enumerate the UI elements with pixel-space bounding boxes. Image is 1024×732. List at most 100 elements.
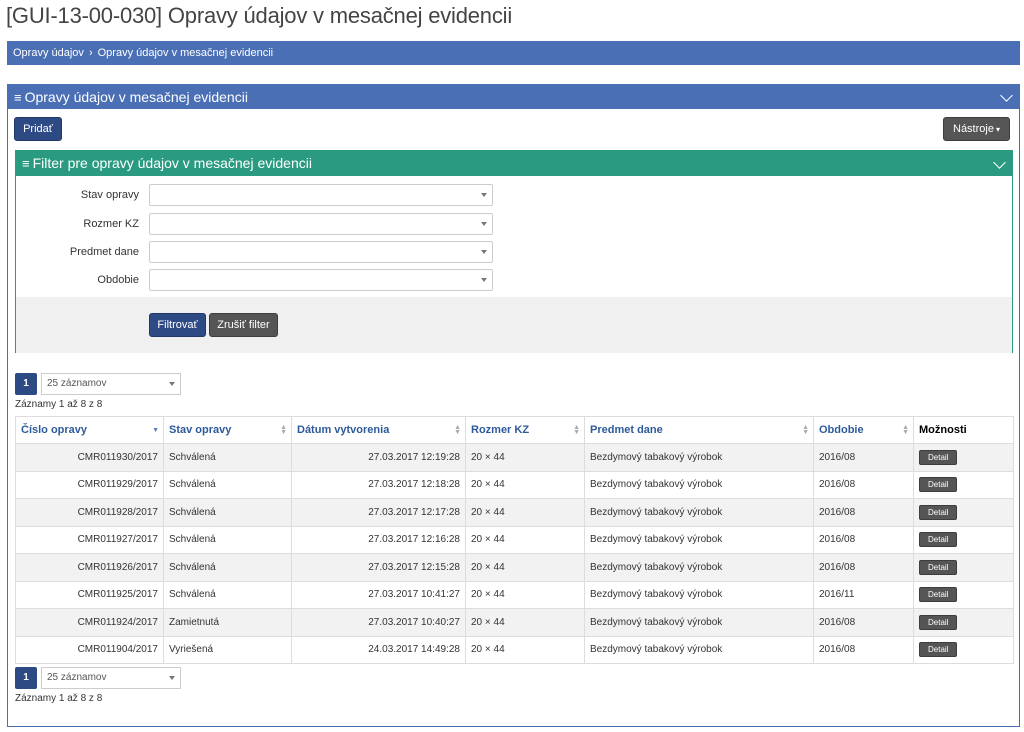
table-header-row: Číslo opravy ▼ Stav opravy ▲ ▼ Dátum vytvor… <box>15 416 1014 444</box>
cell-datum-vytvorenia: 27.03.2017 10:40:27 <box>291 608 466 637</box>
cell-obdobie: 2016/08 <box>813 635 914 664</box>
cell-stav-opravy: Schválená <box>163 498 292 527</box>
detail-button[interactable]: Detail <box>919 559 958 575</box>
breadcrumb-link-opravy[interactable]: Opravy údajov <box>13 47 84 59</box>
cell-predmet-dane: Bezdymový tabakový výrobok <box>584 608 814 637</box>
chevron-down-icon[interactable] <box>1000 89 1013 102</box>
cell-cislo-opravy: CMR011929/2017 <box>15 470 164 499</box>
cell-obdobie: 2016/08 <box>813 608 914 637</box>
main-panel-header[interactable]: ≡ Opravy údajov v mesačnej evidencii <box>8 85 1019 109</box>
cell-stav-opravy: Schválená <box>163 443 292 472</box>
obdobie-label: Obdobie <box>97 274 139 286</box>
detail-button[interactable]: Detail <box>919 449 958 465</box>
cell-cislo-opravy: CMR011924/2017 <box>15 608 164 637</box>
cell-moznosti: Detail <box>913 608 1014 637</box>
dropdown-arrow-icon <box>169 382 175 386</box>
cell-stav-opravy: Vyriešená <box>163 635 292 664</box>
dropdown-arrow-icon <box>481 250 487 254</box>
page-number-button[interactable]: 1 <box>15 373 37 395</box>
col-label: Stav opravy <box>169 424 232 436</box>
cell-stav-opravy: Zamietnutá <box>163 608 292 637</box>
detail-button[interactable]: Detail <box>919 587 958 603</box>
cell-moznosti: Detail <box>913 470 1014 499</box>
filter-clear-button[interactable]: Zrušiť filter <box>209 313 278 337</box>
hamburger-icon: ≡ <box>14 90 22 105</box>
col-header-moznosti: Možnosti <box>913 416 1014 444</box>
table-row: CMR011930/2017 Schválená 27.03.2017 12:1… <box>15 443 1014 472</box>
add-button[interactable]: Pridať <box>14 117 62 141</box>
cell-cislo-opravy: CMR011925/2017 <box>15 580 164 609</box>
col-header-rozmer-kz[interactable]: Rozmer KZ ▲ ▼ <box>465 416 585 444</box>
cell-obdobie: 2016/08 <box>813 470 914 499</box>
col-label: Číslo opravy <box>21 424 88 436</box>
predmet-dane-select[interactable] <box>149 241 493 263</box>
tools-button[interactable]: Nástroje ▾ <box>943 117 1010 141</box>
cell-cislo-opravy: CMR011904/2017 <box>15 635 164 664</box>
detail-button[interactable]: Detail <box>919 477 958 493</box>
col-header-cislo-opravy[interactable]: Číslo opravy ▼ <box>15 416 164 444</box>
dropdown-arrow-icon <box>481 222 487 226</box>
obdobie-select[interactable] <box>149 269 493 291</box>
cell-cislo-opravy: CMR011927/2017 <box>15 525 164 554</box>
cell-predmet-dane: Bezdymový tabakový výrobok <box>584 470 814 499</box>
col-header-datum-vytvorenia[interactable]: Dátum vytvorenia ▲ ▼ <box>291 416 466 444</box>
cell-obdobie: 2016/11 <box>813 580 914 609</box>
filter-row-obdobie: Obdobie <box>16 269 516 291</box>
col-header-obdobie[interactable]: Obdobie ▲ ▼ <box>813 416 914 444</box>
table-row: CMR011924/2017 Zamietnutá 27.03.2017 10:… <box>15 608 1014 637</box>
detail-button[interactable]: Detail <box>919 642 958 658</box>
rozmer-kz-select[interactable] <box>149 213 493 235</box>
cell-cislo-opravy: CMR011930/2017 <box>15 443 164 472</box>
corrections-table: Číslo opravy ▼ Stav opravy ▲ ▼ Dátum vytvor… <box>15 416 1014 664</box>
sort-icon: ▲ ▼ <box>454 424 461 436</box>
col-header-predmet-dane[interactable]: Predmet dane ▲ ▼ <box>584 416 814 444</box>
cell-predmet-dane: Bezdymový tabakový výrobok <box>584 580 814 609</box>
table-row: CMR011927/2017 Schválená 27.03.2017 12:1… <box>15 525 1014 554</box>
filter-panel: ≡ Filter pre opravy údajov v mesačnej evi… <box>15 150 1013 353</box>
cell-rozmer-kz: 20 × 44 <box>465 608 585 637</box>
sort-desc-icon: ▼ <box>152 427 159 434</box>
page-size-select-bottom[interactable]: 25 záznamov <box>41 667 181 689</box>
cell-obdobie: 2016/08 <box>813 498 914 527</box>
cell-stav-opravy: Schválená <box>163 553 292 582</box>
records-info: Záznamy 1 až 8 z 8 <box>15 399 103 410</box>
cell-moznosti: Detail <box>913 443 1014 472</box>
cell-rozmer-kz: 20 × 44 <box>465 498 585 527</box>
page-number-button-bottom[interactable]: 1 <box>15 667 37 689</box>
page-size-select[interactable]: 25 záznamov <box>41 373 181 395</box>
cell-obdobie: 2016/08 <box>813 553 914 582</box>
cell-rozmer-kz: 20 × 44 <box>465 443 585 472</box>
stav-opravy-select[interactable] <box>149 184 493 206</box>
col-header-stav-opravy[interactable]: Stav opravy ▲ ▼ <box>163 416 292 444</box>
detail-button[interactable]: Detail <box>919 532 958 548</box>
sort-icon: ▲ ▼ <box>280 424 287 436</box>
cell-datum-vytvorenia: 27.03.2017 10:41:27 <box>291 580 466 609</box>
table-row: CMR011928/2017 Schválená 27.03.2017 12:1… <box>15 498 1014 527</box>
table-row: CMR011904/2017 Vyriešená 24.03.2017 14:4… <box>15 635 1014 664</box>
cell-cislo-opravy: CMR011928/2017 <box>15 498 164 527</box>
cell-predmet-dane: Bezdymový tabakový výrobok <box>584 525 814 554</box>
cell-moznosti: Detail <box>913 635 1014 664</box>
cell-moznosti: Detail <box>913 580 1014 609</box>
detail-button[interactable]: Detail <box>919 504 958 520</box>
cell-moznosti: Detail <box>913 525 1014 554</box>
filter-row-stav: Stav opravy <box>16 184 516 206</box>
stav-opravy-label: Stav opravy <box>80 189 139 201</box>
breadcrumb: Opravy údajov › Opravy údajov v mesačnej e… <box>7 41 1020 65</box>
dropdown-arrow-icon <box>169 676 175 680</box>
detail-button[interactable]: Detail <box>919 614 958 630</box>
filter-apply-button[interactable]: Filtrovať <box>149 313 206 337</box>
col-label: Dátum vytvorenia <box>297 424 390 436</box>
chevron-down-icon: ▾ <box>995 125 1000 134</box>
dropdown-arrow-icon <box>481 278 487 282</box>
breadcrumb-separator: › <box>88 47 93 59</box>
main-panel: ≡ Opravy údajov v mesačnej evidencii Prid… <box>7 84 1020 727</box>
breadcrumb-current: Opravy údajov v mesačnej evidencii <box>97 47 274 59</box>
filter-title: Filter pre opravy údajov v mesačnej evid… <box>32 155 312 171</box>
records-info-bottom: Záznamy 1 až 8 z 8 <box>15 693 103 704</box>
filter-header[interactable]: ≡ Filter pre opravy údajov v mesačnej evi… <box>16 151 1012 176</box>
sort-icon: ▲ ▼ <box>573 424 580 436</box>
page-size-value: 25 záznamov <box>47 378 107 389</box>
cell-predmet-dane: Bezdymový tabakový výrobok <box>584 443 814 472</box>
chevron-down-icon[interactable] <box>993 156 1006 169</box>
